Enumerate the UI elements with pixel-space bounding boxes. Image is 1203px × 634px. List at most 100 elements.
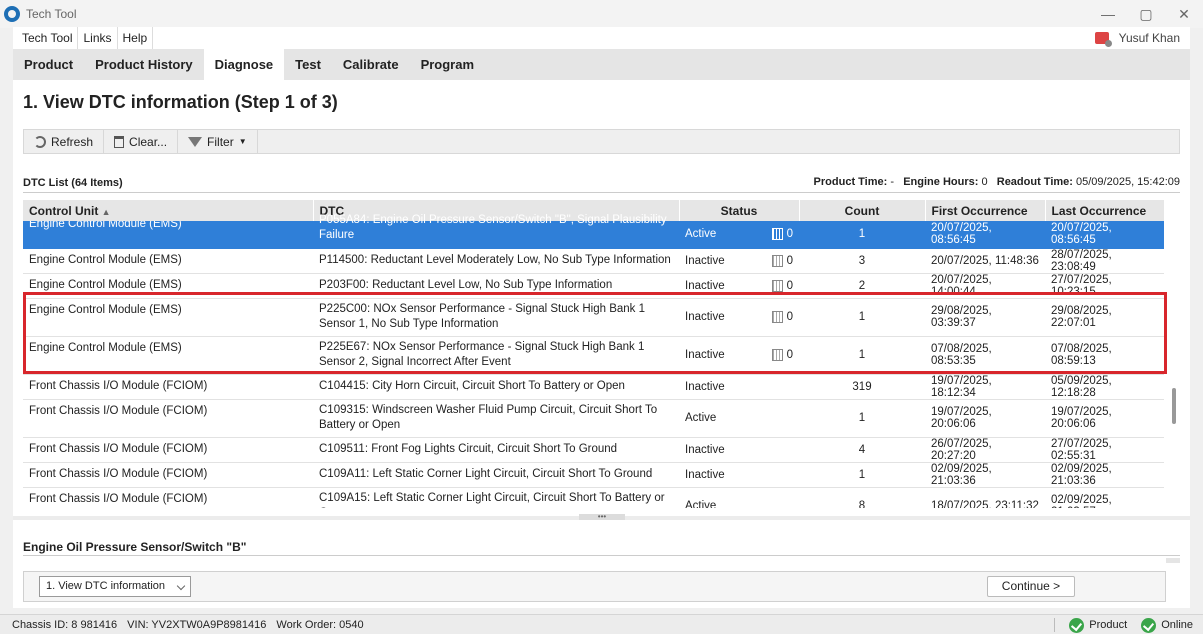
cell-count: 1 bbox=[799, 298, 925, 337]
tab-calibrate[interactable]: Calibrate bbox=[332, 49, 410, 80]
cell-count: 1 bbox=[799, 462, 925, 488]
cell-dtc: P114500: Reductant Level Moderately Low,… bbox=[313, 248, 679, 274]
snapshot-button[interactable]: 0 bbox=[771, 279, 793, 292]
cell-dtc: C109315: Windscreen Washer Fluid Pump Ci… bbox=[313, 399, 679, 438]
menu-tech-tool[interactable]: Tech Tool bbox=[13, 27, 79, 49]
status-text: Inactive bbox=[685, 380, 725, 393]
step-select[interactable]: 1. View DTC information bbox=[39, 576, 191, 597]
snapshot-icon bbox=[771, 228, 783, 241]
clear-button[interactable]: Clear... bbox=[104, 130, 179, 153]
vin: VIN: YV2XTW0A9P8981416 bbox=[127, 618, 267, 631]
close-button[interactable]: ✕ bbox=[1165, 0, 1203, 28]
table-row[interactable]: Engine Control Module (EMS) P114500: Redu… bbox=[23, 248, 1164, 274]
user-area[interactable]: Yusuf Khan bbox=[1094, 27, 1180, 49]
restore-button[interactable]: ▢ bbox=[1127, 0, 1165, 28]
dtc-toolbar: Refresh Clear... Filter ▼ bbox=[23, 129, 1180, 154]
check-ok-icon bbox=[1141, 617, 1157, 633]
online-status: Online bbox=[1141, 617, 1193, 633]
col-header-control-unit[interactable]: Control Unit ▲ bbox=[23, 200, 314, 221]
snapshot-icon bbox=[771, 349, 783, 361]
table-row[interactable]: Front Chassis I/O Module (FCIOM) C104415:… bbox=[23, 374, 1164, 400]
table-row[interactable]: Engine Control Module (EMS) P055A84: Engi… bbox=[23, 214, 1164, 249]
refresh-button[interactable]: Refresh bbox=[24, 130, 105, 153]
refresh-icon bbox=[34, 135, 46, 148]
dtc-text: P203F00: Reductant Level Low, No Sub Typ… bbox=[319, 279, 613, 291]
divider bbox=[23, 192, 1180, 193]
dtc-text: P225E67: NOx Sensor Performance - Signal… bbox=[319, 341, 645, 368]
cell-control-unit: Front Chassis I/O Module (FCIOM) bbox=[23, 462, 313, 488]
scrollbar-thumb[interactable] bbox=[1172, 388, 1176, 424]
work-order: Work Order: 0540 bbox=[276, 618, 364, 631]
dtc-list-title: DTC List (64 Items) bbox=[23, 177, 123, 189]
cell-last-occurrence: 27/07/2025, 02:55:31 bbox=[1045, 437, 1164, 463]
product-status: Product bbox=[1069, 617, 1127, 633]
snapshot-icon bbox=[771, 254, 783, 267]
cell-count: 1 bbox=[799, 221, 925, 249]
minimize-button[interactable]: — bbox=[1089, 0, 1127, 28]
snapshot-count: 0 bbox=[786, 311, 793, 323]
col-header-status[interactable]: Status bbox=[679, 200, 800, 221]
snapshot-icon bbox=[771, 279, 783, 292]
cell-last-occurrence: 02/09/2025, 21:03:57 bbox=[1045, 487, 1164, 508]
status-text: Inactive bbox=[685, 443, 725, 456]
cell-dtc: C109A15: Left Static Corner Light Circui… bbox=[313, 487, 679, 508]
cell-count: 8 bbox=[799, 487, 925, 508]
dtc-text: C109511: Front Fog Lights Circuit, Circu… bbox=[319, 443, 618, 455]
refresh-label: Refresh bbox=[51, 134, 94, 149]
menu-links[interactable]: Links bbox=[78, 27, 118, 49]
filter-button[interactable]: Filter ▼ bbox=[178, 130, 258, 153]
cell-dtc: P225C00: NOx Sensor Performance - Signal… bbox=[313, 298, 679, 337]
tab-program[interactable]: Program bbox=[410, 49, 485, 80]
status-text: Inactive bbox=[685, 468, 725, 481]
snapshot-button[interactable]: 0 bbox=[771, 311, 793, 323]
cell-first-occurrence: 20/07/2025, 08:56:45 bbox=[925, 221, 1045, 249]
main-panel: 1. View DTC information (Step 1 of 3) Re… bbox=[13, 80, 1190, 608]
page-title: 1. View DTC information (Step 1 of 3) bbox=[23, 92, 338, 112]
cell-control-unit: Front Chassis I/O Module (FCIOM) bbox=[23, 374, 313, 400]
main-tabs: Product Product History Diagnose Test Ca… bbox=[13, 49, 1190, 80]
table-row[interactable]: Engine Control Module (EMS) P225E67: NOx … bbox=[23, 336, 1164, 375]
table-row[interactable]: Front Chassis I/O Module (FCIOM) C109A11:… bbox=[23, 462, 1164, 488]
readout-time-label: Readout Time: bbox=[996, 176, 1073, 188]
tab-test[interactable]: Test bbox=[284, 49, 332, 80]
window-titlebar: Tech Tool — ▢ ✕ bbox=[0, 0, 1203, 28]
tab-product[interactable]: Product bbox=[13, 49, 84, 80]
detail-scrollbar[interactable] bbox=[1166, 558, 1180, 563]
table-row[interactable]: Front Chassis I/O Module (FCIOM) C109A15:… bbox=[23, 487, 1164, 508]
dtc-text: P225C00: NOx Sensor Performance - Signal… bbox=[319, 303, 645, 330]
cell-status: Inactive bbox=[679, 374, 799, 400]
engine-hours-label: Engine Hours: bbox=[903, 176, 979, 188]
table-row[interactable]: Engine Control Module (EMS) P203F00: Redu… bbox=[23, 273, 1164, 299]
cell-first-occurrence: 19/07/2025, 20:06:06 bbox=[925, 399, 1045, 438]
table-row[interactable]: Front Chassis I/O Module (FCIOM) C109511:… bbox=[23, 437, 1164, 463]
col-header-count[interactable]: Count bbox=[799, 200, 926, 221]
window-title: Tech Tool bbox=[26, 7, 77, 21]
splitter-handle[interactable]: ••• bbox=[579, 513, 625, 521]
snapshot-button[interactable]: 0 bbox=[771, 254, 793, 267]
user-name: Yusuf Khan bbox=[1118, 31, 1180, 45]
tab-diagnose[interactable]: Diagnose bbox=[203, 49, 285, 80]
snapshot-count: 0 bbox=[786, 254, 793, 267]
tab-product-history[interactable]: Product History bbox=[84, 49, 204, 80]
table-scrollbar[interactable] bbox=[1168, 200, 1180, 508]
menu-bar: Tech Tool Links Help Yusuf Khan bbox=[13, 27, 1190, 49]
cell-last-occurrence: 29/08/2025, 22:07:01 bbox=[1045, 298, 1164, 337]
cell-control-unit: Front Chassis I/O Module (FCIOM) bbox=[23, 487, 313, 508]
menu-help[interactable]: Help bbox=[118, 27, 154, 49]
table-row[interactable]: Front Chassis I/O Module (FCIOM) C109315:… bbox=[23, 399, 1164, 438]
cell-dtc: C109511: Front Fog Lights Circuit, Circu… bbox=[313, 437, 679, 463]
dtc-detail-title: Engine Oil Pressure Sensor/Switch "B" bbox=[23, 540, 247, 554]
snapshot-count: 0 bbox=[786, 228, 793, 241]
cell-control-unit: Front Chassis I/O Module (FCIOM) bbox=[23, 437, 313, 463]
continue-button[interactable]: Continue > bbox=[987, 576, 1075, 597]
cell-count: 319 bbox=[799, 374, 925, 400]
snapshot-button[interactable]: 0 bbox=[771, 349, 793, 361]
cell-count: 1 bbox=[799, 336, 925, 375]
status-text: Active bbox=[685, 412, 717, 424]
col-header-first-occurrence[interactable]: First Occurrence bbox=[925, 200, 1046, 221]
online-status-label: Online bbox=[1161, 619, 1193, 631]
snapshot-button[interactable]: 0 bbox=[771, 228, 793, 241]
cell-status: Inactive bbox=[679, 462, 799, 488]
col-header-last-occurrence[interactable]: Last Occurrence bbox=[1045, 200, 1165, 221]
table-row[interactable]: Engine Control Module (EMS) P225C00: NOx … bbox=[23, 298, 1164, 337]
